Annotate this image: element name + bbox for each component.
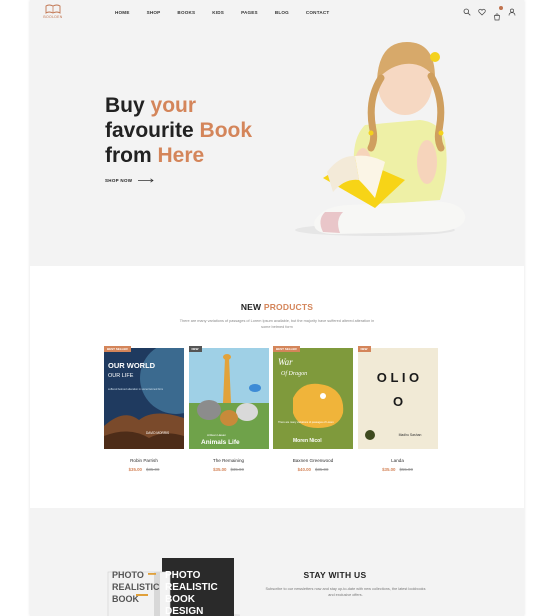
front-book-line3: BOOK [112,594,140,604]
product-grid: BEST SELLER OUR WORLD OUR LIFE suffered … [104,346,442,472]
product-name[interactable]: Landa [358,458,438,463]
book-cover-animals-life: Arifean Hasan Animals Life [188,348,269,449]
product-name[interactable]: Baxnen Greenwood [273,458,353,463]
front-book-line2: REALISTIC [112,582,160,592]
cover-subtitle: Of Dragon [281,370,307,377]
nav-shop[interactable]: SHOP [147,10,161,18]
nav-kids[interactable]: KIDS [212,10,224,18]
cover-author: Moren Nicol [293,438,322,444]
product-old-price: $35.00 [230,467,244,472]
products-description: There are many variations of passages of… [179,319,375,329]
hero-line1-a: Buy [105,94,151,117]
product-old-price: $35.00 [146,467,160,472]
hero-line2-b: Book [199,119,253,142]
product-old-price: $35.00 [315,467,329,472]
products-heading: NEW PRODUCTS [30,302,524,312]
product-badge: NEW [357,346,371,352]
arrow-right-icon [138,178,154,183]
hero-section: BOOLDEN HOME SHOP BOOKS KIDS PAGES BLOG … [30,0,524,266]
product-card[interactable]: BEST SELLER War Of Dragon There are many… [273,346,353,472]
cover-tagline: suffered betmed alteration in some betme… [108,387,163,391]
back-book-line3: BOOK [165,594,196,605]
product-name[interactable]: Robin Parrish [104,458,184,463]
product-cover[interactable]: O L I O O Madhu Sashan [357,348,438,449]
shop-now-button[interactable]: SHOP NOW [105,178,154,183]
book-cover-war-of-dragon: War Of Dragon There are many variations … [273,348,353,449]
cart-count-badge [499,6,503,10]
product-badge: BEST SELLER [273,346,300,352]
product-card[interactable]: BEST SELLER OUR WORLD OUR LIFE suffered … [104,346,184,472]
site-header: BOOLDEN HOME SHOP BOOKS KIDS PAGES BLOG … [30,0,524,26]
product-prices: $35.00 $55.00 [358,467,438,472]
nav-books[interactable]: BOOKS [177,10,195,18]
hero-line2-a: favourite [105,119,200,142]
hero-line1-b: your [150,94,197,117]
cover-subtitle: OUR LIFE [108,373,134,379]
cover-title: War [278,357,293,367]
hero-line3-a: from [105,144,158,167]
products-heading-b: PRODUCTS [263,302,314,312]
product-cover[interactable]: War Of Dragon There are many variations … [273,348,353,449]
product-card[interactable]: NEW O L I O O Madhu Sashan Landa $35.00 $… [357,346,438,472]
newsletter-title: STAY WITH US [303,570,367,580]
hero-heading: Buy your favourite Book from Here [105,93,252,168]
header-icons [456,6,516,21]
logo[interactable]: BOOLDEN [36,4,70,21]
hero-girl-reading-image [295,42,466,236]
back-book-line4: DESIGN [165,606,203,616]
cover-author: Madhu Sashan [398,433,421,437]
product-prices: $35.00 $35.00 [104,467,184,472]
newsletter-section: PHOTO REALISTIC BOOK DESIGN PHOTO REALIS… [30,508,524,616]
cover-title: OUR WORLD [108,361,156,370]
nav-contact[interactable]: CONTACT [306,10,330,18]
product-price: $40.00 [297,467,311,472]
nav-home[interactable]: HOME [115,10,130,18]
shop-now-label: SHOP NOW [105,178,133,183]
cart-glyph-icon [494,13,500,21]
front-book-line1: PHOTO [112,570,144,580]
product-prices: $40.00 $35.00 [273,467,353,472]
cover-title-o: O [392,394,402,409]
hero-line3-b: Here [157,144,205,167]
book-cover-olio: O L I O O Madhu Sashan [357,348,438,449]
cover-author: Arifean Hasan [207,433,226,437]
book-mockup-image: PHOTO REALISTIC BOOK DESIGN PHOTO REALIS… [107,558,240,616]
product-name[interactable]: The Remaining [189,458,269,463]
product-price: $35.00 [128,467,142,472]
cover-tagline: There are many variations of passages of… [278,420,334,424]
product-cover[interactable]: Arifean Hasan Animals Life [188,348,269,449]
user-icon[interactable] [508,8,516,16]
back-book-line2: REALISTIC [165,582,218,593]
product-badge: NEW [188,346,202,352]
new-products-section: NEW PRODUCTS There are many variations o… [30,266,524,508]
product-price: $35.00 [213,467,227,472]
page: BOOLDEN HOME SHOP BOOKS KIDS PAGES BLOG … [30,0,524,616]
back-book-line1: PHOTO [165,570,201,581]
cover-author: DAVID MORRIS [146,431,169,435]
book-logo-icon [45,4,61,14]
logo-text: BOOLDEN [43,15,63,19]
product-badge: BEST SELLER [104,346,131,352]
newsletter-text: Subscribe to our newsletters now and sta… [265,587,426,597]
book-cover-our-world: OUR WORLD OUR LIFE suffered betmed alter… [104,348,184,449]
nav-pages[interactable]: PAGES [241,10,258,18]
cover-title: Animals Life [201,439,240,446]
product-card[interactable]: NEW Arifean Hasan Animals Life The Remai… [188,346,269,472]
nav-blog[interactable]: BLOG [275,10,289,18]
product-old-price: $55.00 [399,467,413,472]
search-icon[interactable] [463,8,471,16]
product-price: $35.00 [382,467,396,472]
main-nav: HOME SHOP BOOKS KIDS PAGES BLOG CONTACT [115,10,346,18]
product-cover[interactable]: OUR WORLD OUR LIFE suffered betmed alter… [104,348,184,449]
cover-title: O L I O [376,370,418,385]
cart-icon[interactable] [493,6,503,21]
heart-icon[interactable] [478,8,486,16]
product-prices: $35.00 $35.00 [189,467,269,472]
products-heading-a: NEW [240,302,264,312]
